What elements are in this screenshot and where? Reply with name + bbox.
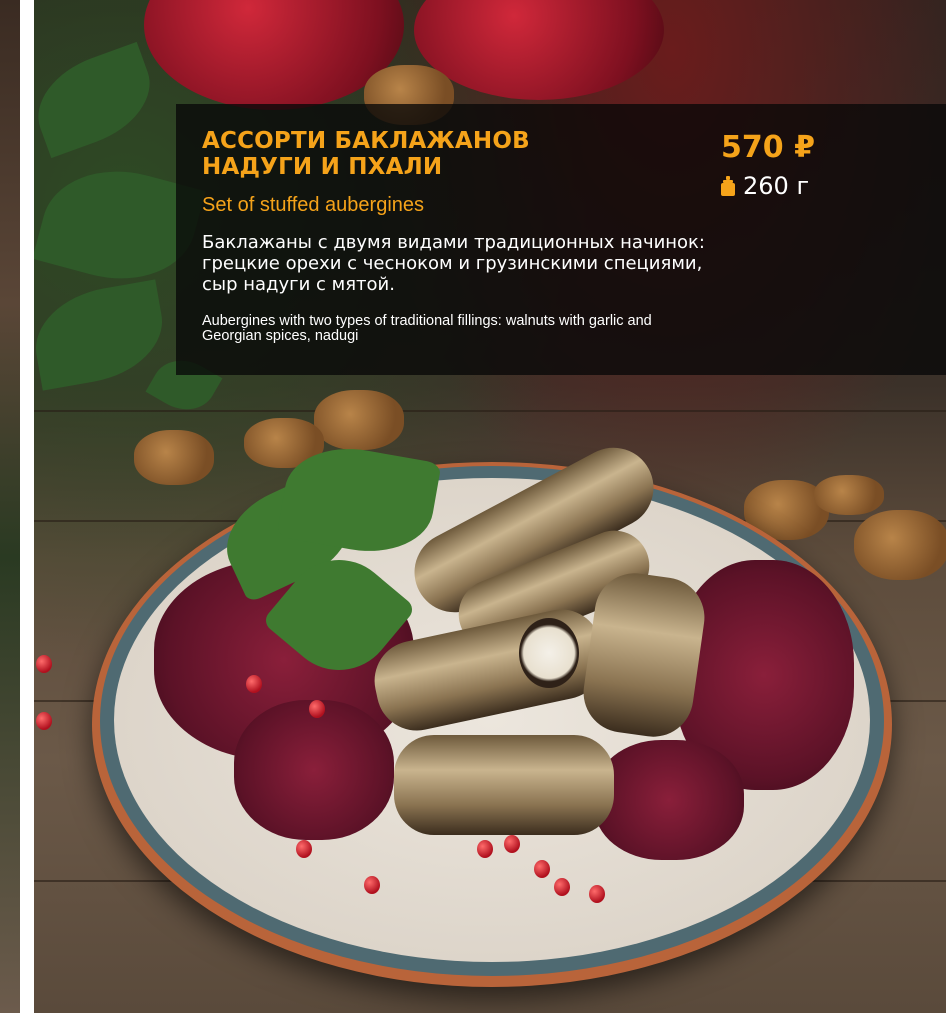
dish-description-ru: Баклажаны с двумя видами традиционных на… xyxy=(202,232,705,295)
photo-edge-strip xyxy=(0,0,20,1013)
dish-title: АССОРТИ БАКЛАЖАНОВ НАДУГИ И ПХАЛИ xyxy=(202,128,530,180)
dish-weight: 260 г xyxy=(721,172,809,200)
photo-divider xyxy=(20,0,34,1013)
dish-description-en: Aubergines with two types of traditional… xyxy=(202,313,652,344)
dish-info-panel: АССОРТИ БАКЛАЖАНОВ НАДУГИ И ПХАЛИ Set of… xyxy=(176,104,946,375)
dish-subtitle-en: Set of stuffed aubergines xyxy=(202,194,425,216)
dish-price: 570 ₽ xyxy=(721,130,815,165)
dish-weight-value: 260 г xyxy=(743,172,810,200)
weight-icon xyxy=(721,175,735,197)
